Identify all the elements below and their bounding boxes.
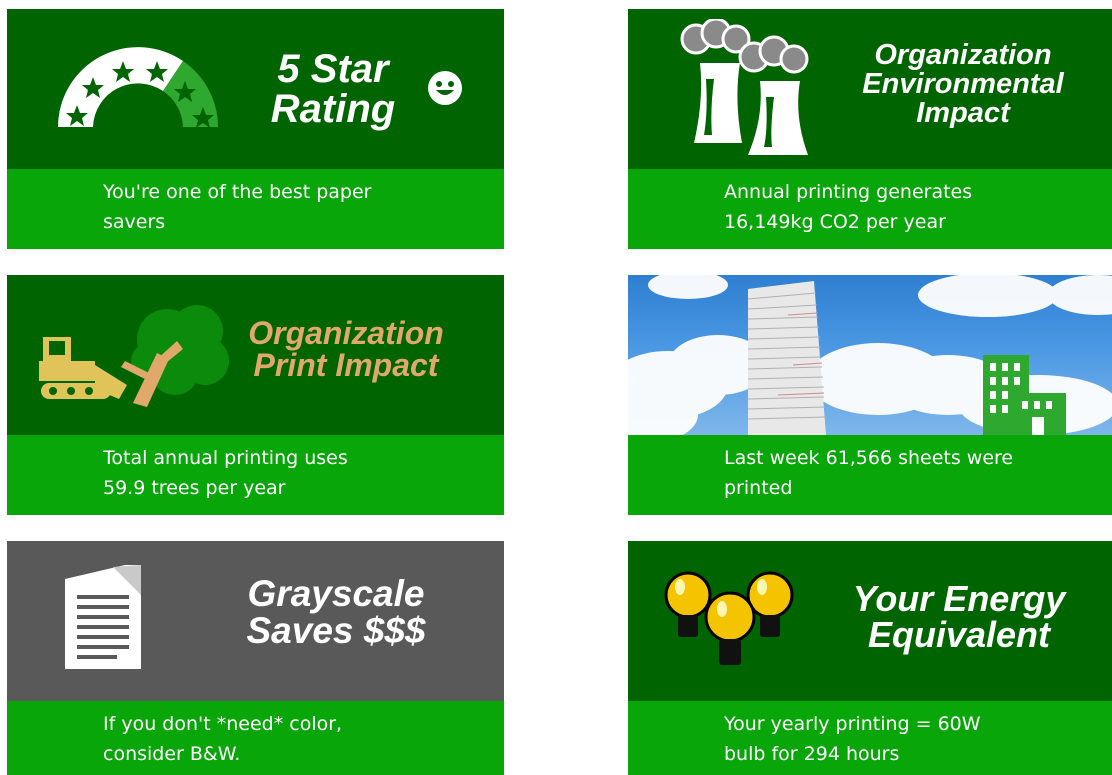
tile-grayscale[interactable]: Grayscale Saves $$$ If you don't *need* … <box>7 541 504 775</box>
tile-grayscale-header: Grayscale Saves $$$ <box>7 541 504 701</box>
lightbulb-icon <box>664 567 800 671</box>
star-badge-number: 5 <box>135 107 147 129</box>
tile-print-impact[interactable]: Organization Print Impact Total annual p… <box>7 275 504 515</box>
smiley-icon <box>427 70 463 106</box>
star-rating-headline: 5 Star Rating <box>270 47 396 131</box>
tile-energy-footer: Your yearly printing = 60W bulb for 294 … <box>628 701 1112 775</box>
tile-sheets-printed[interactable]: Last week 61,566 sheets were printed <box>628 275 1112 515</box>
star-rating-caption: You're one of the best paper savers <box>103 181 372 233</box>
tile-star-rating-header: 5 5 Star Rating <box>7 9 504 169</box>
energy-headline: Your Energy Equivalent <box>852 578 1066 655</box>
tile-grayscale-footer: If you don't *need* color, consider B&W. <box>7 701 504 775</box>
env-impact-caption: Annual printing generates 16,149kg CO2 p… <box>724 181 973 233</box>
env-impact-headline: Organization Environmental Impact <box>862 39 1064 129</box>
tile-star-rating-footer: You're one of the best paper savers <box>7 169 504 249</box>
print-impact-caption: Total annual printing uses 59.9 trees pe… <box>103 447 348 499</box>
paper-stack-icon <box>747 281 827 435</box>
grayscale-headline: Grayscale Saves $$$ <box>246 573 426 651</box>
tile-environmental-impact[interactable]: Organization Environmental Impact Annual… <box>628 9 1112 249</box>
bulldozer-icon <box>37 333 187 413</box>
factory-smokestacks-icon <box>676 19 826 159</box>
star-gauge-icon: 5 <box>53 47 223 129</box>
sheets-printed-caption: Last week 61,566 sheets were printed <box>724 447 1014 499</box>
energy-caption: Your yearly printing = 60W bulb for 294 … <box>724 713 981 765</box>
sky-photo <box>628 275 1112 435</box>
tile-print-footer: Total annual printing uses 59.9 trees pe… <box>7 435 504 515</box>
tile-energy-header: Your Energy Equivalent <box>628 541 1112 701</box>
tile-energy-equivalent[interactable]: Your Energy Equivalent Your yearly print… <box>628 541 1112 775</box>
tile-star-rating[interactable]: 5 5 Star Rating You're one of the best p… <box>7 9 504 249</box>
grayscale-caption: If you don't *need* color, consider B&W. <box>103 713 343 765</box>
document-icon <box>65 565 141 669</box>
print-impact-headline: Organization Print Impact <box>248 315 444 383</box>
tile-print-header: Organization Print Impact <box>7 275 504 435</box>
tile-env-footer: Annual printing generates 16,149kg CO2 p… <box>628 169 1112 249</box>
tile-env-header: Organization Environmental Impact <box>628 9 1112 169</box>
building-icon <box>983 355 1066 435</box>
tile-sheets-footer: Last week 61,566 sheets were printed <box>628 435 1112 515</box>
